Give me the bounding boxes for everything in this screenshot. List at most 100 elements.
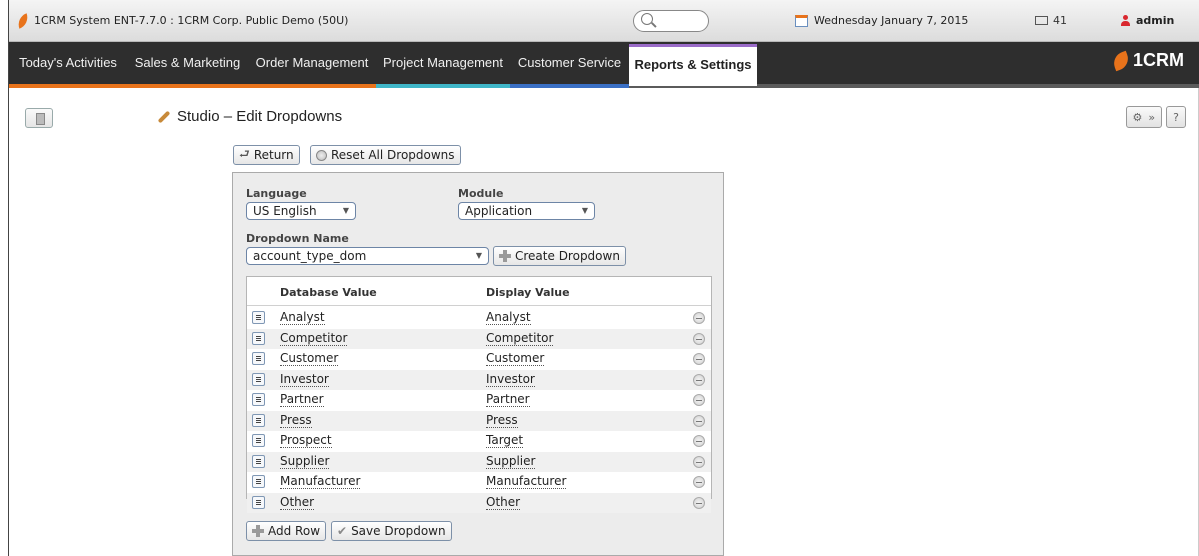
database-value-cell[interactable]: Supplier: [280, 454, 330, 469]
language-select[interactable]: US English ▼: [246, 202, 356, 220]
remove-row-icon[interactable]: [693, 373, 705, 386]
checkmark-icon: ✔: [337, 524, 348, 538]
database-value-cell[interactable]: Manufacturer: [280, 475, 361, 489]
header-actions: ⚙ » ?: [1125, 106, 1186, 128]
table-row[interactable]: Customer Customer: [247, 349, 711, 369]
remove-row-icon[interactable]: [693, 455, 705, 468]
remove-row-icon[interactable]: [693, 414, 705, 427]
display-value-cell[interactable]: Investor: [486, 372, 535, 387]
search-icon: [641, 13, 653, 25]
remove-row-icon[interactable]: [693, 312, 705, 324]
table-row[interactable]: Other Other: [247, 492, 711, 513]
tab-underline: [248, 84, 376, 88]
tab-label: Customer Service: [517, 55, 622, 70]
module-select[interactable]: Application ▼: [458, 202, 595, 220]
database-value-cell[interactable]: Prospect: [280, 434, 332, 448]
sidebar-toggle-button[interactable]: [25, 108, 53, 128]
table-row[interactable]: Prospect Target: [247, 431, 711, 451]
display-value-cell[interactable]: Supplier: [486, 454, 536, 469]
database-value-cell[interactable]: Competitor: [280, 331, 348, 346]
return-button[interactable]: ⮐ Return: [233, 145, 300, 165]
display-value-cell[interactable]: Manufacturer: [486, 475, 567, 489]
table-row[interactable]: Partner Partner: [247, 390, 711, 410]
table-row[interactable]: Analyst Analyst: [247, 308, 711, 328]
remove-row-icon[interactable]: [693, 476, 705, 488]
tab-todays-activities[interactable]: Today's Activities: [9, 42, 127, 88]
tab-topline: [629, 44, 757, 47]
table-row[interactable]: Manufacturer Manufacturer: [247, 472, 711, 492]
column-header-display-value: Display Value: [486, 286, 570, 299]
top-bar: 1CRM System ENT-7.7.0 : 1CRM Corp. Publi…: [9, 0, 1199, 42]
tab-sales-marketing[interactable]: Sales & Marketing: [127, 42, 248, 88]
drag-handle-icon[interactable]: [252, 454, 265, 468]
create-dropdown-button[interactable]: Create Dropdown: [493, 246, 626, 266]
create-dropdown-label: Create Dropdown: [515, 249, 620, 263]
drag-handle-icon[interactable]: [252, 372, 265, 386]
display-value-cell[interactable]: Target: [486, 434, 524, 448]
reset-icon: [316, 149, 327, 161]
column-header-database-value: Database Value: [280, 286, 377, 299]
remove-row-icon[interactable]: [693, 435, 705, 447]
remove-row-icon[interactable]: [693, 353, 705, 365]
display-value-cell[interactable]: Press: [486, 413, 518, 428]
module-label: Module: [458, 187, 504, 200]
display-value-cell[interactable]: Analyst: [486, 311, 531, 325]
table-row[interactable]: Supplier Supplier: [247, 451, 711, 472]
tab-project-management[interactable]: Project Management: [376, 42, 510, 88]
drag-handle-icon[interactable]: [252, 413, 265, 427]
settings-menu-button[interactable]: ⚙ »: [1125, 106, 1163, 128]
gear-icon: ⚙: [1132, 110, 1143, 124]
drag-handle-icon[interactable]: [252, 495, 265, 509]
wrench-icon: [157, 110, 171, 123]
reset-all-dropdowns-button[interactable]: Reset All Dropdowns: [310, 145, 461, 165]
user-menu[interactable]: admin: [1121, 14, 1174, 27]
drag-handle-icon[interactable]: [252, 434, 265, 447]
save-dropdown-button[interactable]: ✔ Save Dropdown: [331, 521, 452, 541]
chevron-down-icon: »: [1148, 110, 1156, 124]
drag-handle-icon[interactable]: [252, 475, 265, 488]
mail-link[interactable]: 41: [1035, 14, 1067, 27]
user-icon: [1121, 15, 1130, 26]
language-value: US English: [253, 204, 317, 218]
brand-logo[interactable]: 1CRM: [1110, 50, 1184, 71]
display-value-cell[interactable]: Customer: [486, 352, 545, 366]
dropdown-name-select[interactable]: account_type_dom ▼: [246, 247, 489, 265]
add-row-button[interactable]: Add Row: [246, 521, 327, 541]
database-value-cell[interactable]: Partner: [280, 393, 324, 407]
database-value-cell[interactable]: Other: [280, 495, 315, 510]
remove-row-icon[interactable]: [693, 394, 705, 406]
page-title: Studio – Edit Dropdowns: [157, 108, 342, 125]
display-value-cell[interactable]: Other: [486, 495, 521, 510]
help-button[interactable]: ?: [1166, 106, 1186, 128]
drag-handle-icon[interactable]: [252, 311, 265, 324]
date-text: Wednesday January 7, 2015: [814, 14, 969, 27]
tab-order-management[interactable]: Order Management: [248, 42, 376, 88]
database-value-cell[interactable]: Press: [280, 413, 312, 428]
language-label: Language: [246, 187, 307, 200]
system-title: 1CRM System ENT-7.7.0 : 1CRM Corp. Publi…: [15, 12, 348, 29]
display-value-cell[interactable]: Competitor: [486, 331, 554, 346]
display-value-cell[interactable]: Partner: [486, 393, 530, 407]
tab-underline: [9, 84, 127, 88]
table-row[interactable]: Investor Investor: [247, 369, 711, 390]
plus-icon: [499, 250, 511, 262]
remove-row-icon[interactable]: [693, 332, 705, 345]
dropdown-editor-panel: Language US English ▼ Module Application…: [232, 172, 724, 556]
search-input[interactable]: [633, 10, 709, 32]
tab-reports-settings[interactable]: Reports & Settings: [629, 44, 757, 86]
dropdown-name-value: account_type_dom: [253, 249, 367, 263]
table-row[interactable]: Press Press: [247, 410, 711, 431]
main-nav: Today's Activities Sales & Marketing Ord…: [9, 42, 1199, 88]
drag-handle-icon[interactable]: [252, 352, 265, 365]
envelope-icon: [1035, 16, 1048, 25]
database-value-cell[interactable]: Analyst: [280, 311, 325, 325]
database-value-cell[interactable]: Customer: [280, 352, 339, 366]
tab-customer-service[interactable]: Customer Service: [510, 42, 629, 88]
table-row[interactable]: Competitor Competitor: [247, 328, 711, 349]
date-display[interactable]: Wednesday January 7, 2015: [795, 14, 968, 27]
brand-text: 1CRM: [1132, 50, 1184, 70]
database-value-cell[interactable]: Investor: [280, 372, 329, 387]
drag-handle-icon[interactable]: [252, 331, 265, 345]
remove-row-icon[interactable]: [693, 496, 705, 509]
drag-handle-icon[interactable]: [252, 393, 265, 406]
